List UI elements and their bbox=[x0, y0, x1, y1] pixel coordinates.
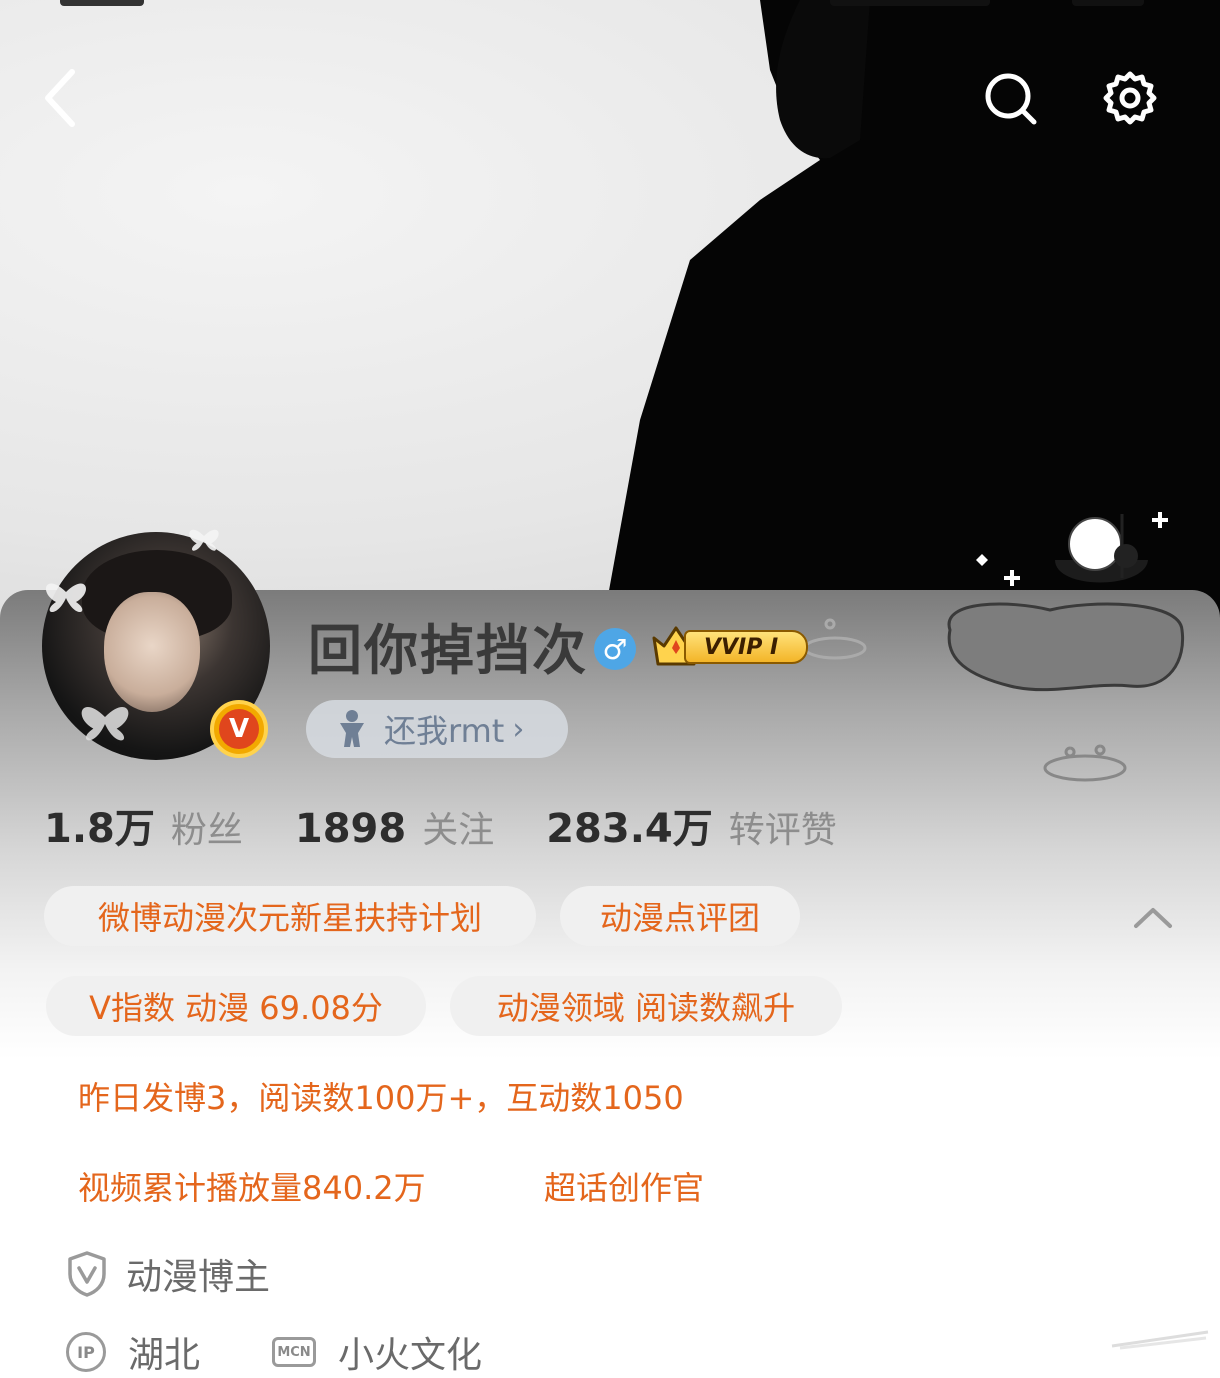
search-button[interactable] bbox=[980, 68, 1040, 128]
chevron-right-icon: › bbox=[512, 711, 525, 747]
location-row: IP 湖北 bbox=[66, 1326, 200, 1378]
location-label: 湖北 bbox=[128, 1335, 201, 1376]
verified-badge: V bbox=[210, 700, 268, 758]
stats-row: 1.8万 粉丝 1898 关注 283.4万 转评赞 bbox=[44, 796, 837, 852]
ip-icon: IP bbox=[66, 1332, 106, 1372]
mcn-row[interactable]: MCN 小火文化 bbox=[272, 1326, 482, 1378]
interactions-label[interactable]: 转评赞 bbox=[729, 801, 837, 853]
shield-v-icon bbox=[68, 1251, 106, 1297]
chevron-up-icon[interactable] bbox=[1130, 896, 1176, 936]
vvip-badge[interactable]: VVIP I bbox=[650, 624, 810, 668]
tag-v-index[interactable]: V指数 动漫 69.08分 bbox=[46, 976, 426, 1036]
tag-video-plays[interactable]: 视频累计播放量840.2万 bbox=[78, 1156, 426, 1216]
settings-button[interactable] bbox=[1100, 68, 1160, 128]
chevron-left-icon bbox=[45, 69, 75, 127]
verified-badge-letter: V bbox=[219, 709, 259, 749]
fan-club-button[interactable]: 还我rmt › bbox=[306, 700, 568, 758]
profile-name: 回你掉挡次 bbox=[308, 619, 588, 682]
fan-club-label: 还我rmt bbox=[384, 712, 505, 750]
interactions-count[interactable]: 283.4万 bbox=[546, 796, 713, 854]
butterfly-icon bbox=[81, 707, 129, 741]
butterfly-icon bbox=[45, 583, 87, 613]
tag-yesterday-stats[interactable]: 昨日发博3，阅读数100万+，互动数1050 bbox=[78, 1066, 684, 1126]
watermark-lines bbox=[1111, 1330, 1209, 1350]
vvip-label: VVIP I bbox=[684, 630, 808, 664]
tag-super-topic-creator[interactable]: 超话创作官 bbox=[544, 1156, 704, 1216]
following-label[interactable]: 关注 bbox=[422, 801, 494, 853]
tag-anime-review-group[interactable]: 动漫点评团 bbox=[560, 886, 800, 946]
followers-label[interactable]: 粉丝 bbox=[171, 801, 243, 853]
mcn-label: 小火文化 bbox=[338, 1335, 483, 1376]
followers-count[interactable]: 1.8万 bbox=[44, 796, 155, 854]
decoration-puddle bbox=[803, 618, 867, 660]
role-label: 动漫博主 bbox=[126, 1257, 271, 1298]
decoration-sticker bbox=[947, 512, 1185, 782]
gender-male-icon: ♂ bbox=[594, 628, 636, 670]
following-count[interactable]: 1898 bbox=[295, 806, 406, 852]
search-icon bbox=[985, 73, 1037, 125]
tag-new-star-program[interactable]: 微博动漫次元新星扶持计划 bbox=[44, 886, 536, 946]
fan-figure-icon bbox=[340, 710, 364, 747]
role-row: 动漫博主 bbox=[66, 1248, 270, 1300]
mcn-icon: MCN bbox=[272, 1337, 316, 1367]
gear-icon bbox=[1103, 71, 1157, 125]
tag-reading-surge[interactable]: 动漫领域 阅读数飙升 bbox=[450, 976, 842, 1036]
back-button[interactable] bbox=[30, 68, 90, 128]
butterfly-icon bbox=[189, 529, 219, 551]
